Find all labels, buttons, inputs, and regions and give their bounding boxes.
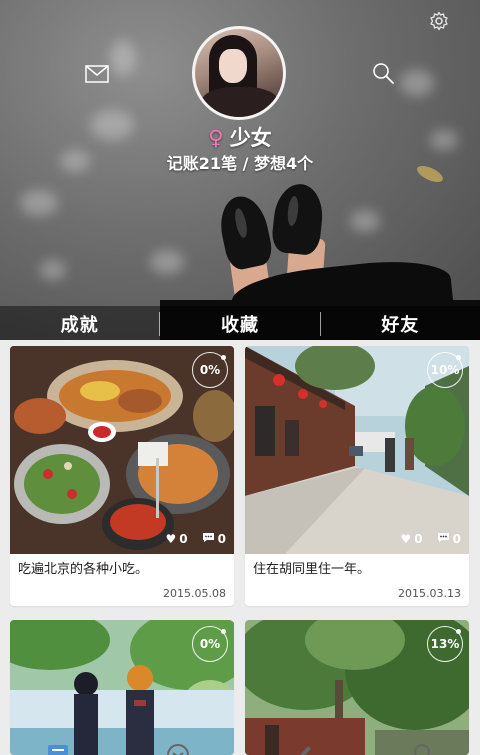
like-stat[interactable]: ♥ 0 [166, 532, 188, 546]
comment-icon [437, 532, 450, 546]
notebook-icon [48, 745, 68, 755]
comment-count: 0 [217, 532, 226, 546]
avatar-face [219, 49, 247, 83]
comment-stat[interactable]: 0 [437, 532, 461, 546]
like-stat[interactable]: ♥ 0 [401, 532, 423, 546]
card-title: 住在胡同里住一年。 [253, 562, 371, 577]
like-count: 0 [179, 532, 188, 546]
nav-item-explore[interactable] [120, 741, 240, 755]
search-icon [414, 744, 430, 755]
background-spot [110, 40, 136, 76]
search-icon[interactable] [370, 60, 396, 86]
progress-ring: 13% [427, 626, 463, 662]
background-spot [350, 210, 380, 232]
settings-gear-icon[interactable] [428, 10, 450, 32]
female-icon: ♀ [208, 126, 224, 150]
pen-icon [300, 746, 311, 755]
mail-icon[interactable] [84, 64, 110, 84]
app-screen: ♀ 少女 记账21笔 / 梦想4个 成就 收藏 好友 0% ♥ 0 0 吃遍北京… [0, 0, 480, 755]
background-spot [150, 250, 184, 274]
comment-stat[interactable]: 0 [202, 532, 226, 546]
avatar[interactable] [192, 26, 286, 120]
avatar-photo [195, 29, 283, 117]
dream-card[interactable]: 0% [10, 620, 234, 755]
comment-count: 0 [452, 532, 461, 546]
nav-item-search[interactable] [360, 741, 480, 755]
nav-item-write[interactable] [240, 741, 360, 755]
background-spot [400, 70, 434, 96]
dream-card[interactable]: 10% ♥ 0 0 住在胡同里住一年。 2015.03.13 [245, 346, 469, 606]
profile-header: ♀ 少女 记账21笔 / 梦想4个 成就 收藏 好友 [0, 0, 480, 340]
dream-card[interactable]: 13% [245, 620, 469, 755]
profile-name: 少女 [229, 126, 272, 150]
card-date: 2015.03.13 [398, 587, 461, 600]
dream-card[interactable]: 0% ♥ 0 0 吃遍北京的各种小吃。 2015.05.08 [10, 346, 234, 606]
background-spot [40, 260, 66, 280]
profile-name-row: ♀ 少女 [0, 122, 480, 152]
progress-ring: 0% [192, 352, 228, 388]
nav-item-notebook[interactable] [0, 741, 120, 755]
card-stats: ♥ 0 0 [166, 532, 226, 546]
shoe [270, 181, 326, 257]
tab-friends[interactable]: 好友 [321, 311, 480, 337]
bottom-nav [0, 741, 480, 755]
progress-ring: 10% [427, 352, 463, 388]
profile-tabbar: 成就 收藏 好友 [0, 306, 480, 340]
card-stats: ♥ 0 0 [401, 532, 461, 546]
comment-icon [202, 532, 215, 546]
card-title: 吃遍北京的各种小吃。 [18, 562, 149, 577]
avatar-coat [201, 87, 279, 117]
heart-icon: ♥ [400, 532, 412, 546]
heart-icon: ♥ [165, 532, 177, 546]
card-date: 2015.05.08 [163, 587, 226, 600]
tab-favorites[interactable]: 收藏 [160, 311, 319, 337]
progress-ring: 0% [192, 626, 228, 662]
profile-stats: 记账21笔 / 梦想4个 [166, 154, 314, 173]
compass-icon [167, 744, 189, 755]
tab-achievements[interactable]: 成就 [0, 311, 159, 337]
background-spot [20, 190, 58, 216]
like-count: 0 [414, 532, 423, 546]
